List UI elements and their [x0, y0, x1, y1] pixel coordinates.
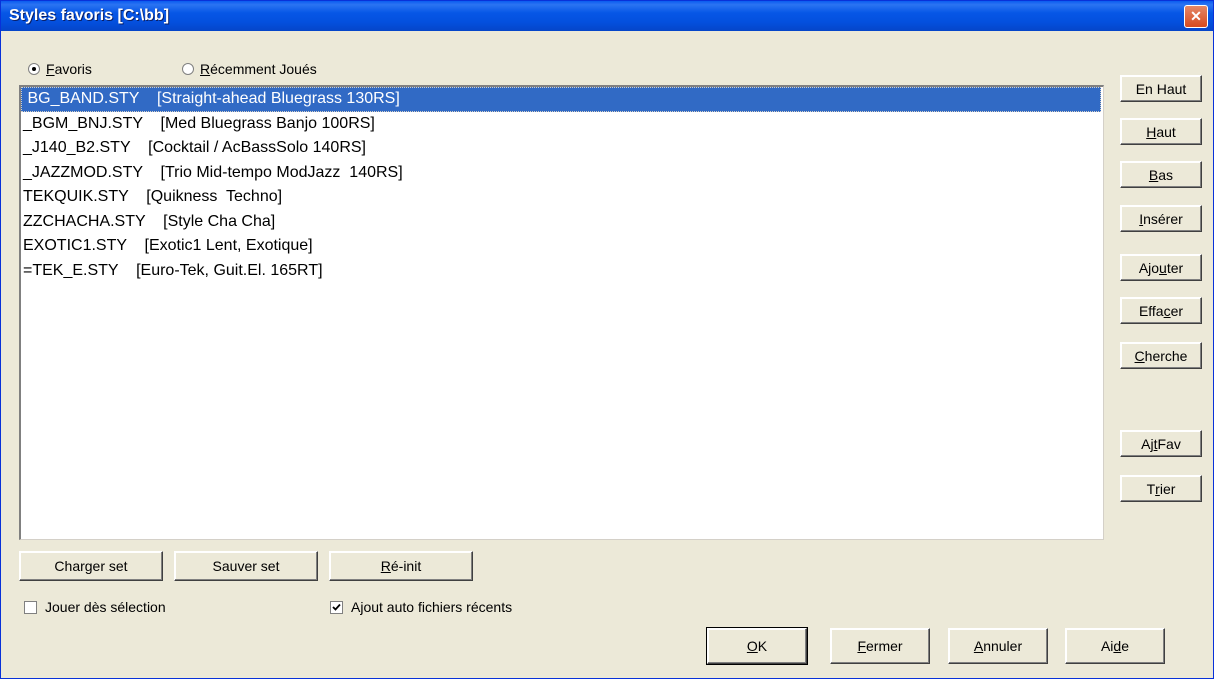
play-on-select-checkbox[interactable] [24, 600, 37, 614]
radio-favorites[interactable]: Favoris [28, 60, 92, 78]
list-item[interactable]: =TEK_E.STY [Euro-Tek, Guit.El. 165RT] [21, 259, 1103, 284]
move-up-button[interactable]: Haut [1120, 118, 1202, 145]
list-item[interactable]: EXOTIC1.STY [Exotic1 Lent, Exotique] [21, 234, 1103, 259]
radio-recently-played-label: Récemment Joués [200, 61, 317, 77]
radio-favorites-indicator[interactable] [28, 63, 40, 75]
play-on-select-label: Jouer dès sélection [45, 599, 166, 615]
favorite-styles-dialog: Styles favoris [C:\bb] ✕ Favoris Récemme… [0, 0, 1214, 679]
close-icon: ✕ [1190, 8, 1202, 24]
move-to-top-button[interactable]: En Haut [1120, 75, 1202, 102]
sort-button[interactable]: Tr ier [1120, 475, 1202, 502]
insert-button[interactable]: Insérer [1120, 205, 1202, 232]
reset-button[interactable]: Ré-init [329, 551, 473, 581]
radio-recently-played-indicator[interactable] [182, 63, 194, 75]
move-down-button[interactable]: Bas [1120, 161, 1202, 188]
list-item[interactable]: _BGM_BNJ.STY [Med Bluegrass Banjo 100RS] [21, 112, 1103, 137]
title-bar[interactable]: Styles favoris [C:\bb] ✕ [1, 1, 1213, 31]
list-item[interactable]: _J140_B2.STY [Cocktail / AcBassSolo 140R… [21, 136, 1103, 161]
list-item[interactable]: _JAZZMOD.STY [Trio Mid-tempo ModJazz 140… [21, 161, 1103, 186]
delete-button[interactable]: Effa c er [1120, 297, 1202, 324]
play-on-select-option[interactable]: Jouer dès sélection [24, 598, 166, 616]
add-button[interactable]: Ajo u ter [1120, 254, 1202, 281]
close-button[interactable]: ✕ [1184, 5, 1208, 28]
list-item[interactable]: ZZCHACHA.STY [Style Cha Cha] [21, 210, 1103, 235]
auto-add-recent-label: Ajout auto fichiers récents [351, 599, 513, 615]
help-button[interactable]: Ai d e [1065, 628, 1165, 664]
dialog-title: Styles favoris [C:\bb] [9, 7, 170, 24]
search-button[interactable]: Cherche [1120, 342, 1202, 369]
auto-add-recent-option[interactable]: Ajout auto fichiers récents [330, 598, 512, 616]
list-item[interactable]: TEKQUIK.STY [Quikness Techno] [21, 185, 1103, 210]
radio-favorites-label: Favoris [46, 61, 92, 77]
load-set-button[interactable]: Charger set [19, 551, 163, 581]
auto-add-recent-checkbox[interactable] [330, 600, 343, 614]
styles-listbox[interactable]: BG_BAND.STY [Straight-ahead Bluegrass 13… [19, 85, 1104, 540]
checkmark-icon [332, 603, 341, 611]
cancel-button[interactable]: Annuler [948, 628, 1048, 664]
add-favorite-button[interactable]: Aj t Fav [1120, 430, 1202, 457]
ok-button[interactable]: OK [706, 627, 808, 665]
close-dialog-button[interactable]: Fermer [830, 628, 930, 664]
radio-recently-played[interactable]: Récemment Joués [182, 60, 317, 78]
save-set-button[interactable]: Sauver set [174, 551, 318, 581]
list-item[interactable]: BG_BAND.STY [Straight-ahead Bluegrass 13… [21, 87, 1101, 112]
